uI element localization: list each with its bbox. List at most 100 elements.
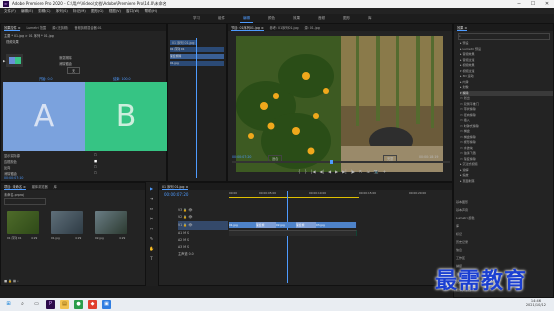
tab-audio-mixer[interactable]: 音频剪辑混合器:01 <box>74 25 101 30</box>
project-item-thumb[interactable] <box>7 211 39 234</box>
tab-program[interactable]: 节目: 01序列01.jpg ≡ <box>231 25 264 31</box>
reverse-checkbox[interactable]: ☐ <box>94 165 97 169</box>
add-button-icon[interactable]: + <box>383 169 386 174</box>
work-area-bar[interactable] <box>229 197 359 198</box>
panel-list-item[interactable]: 基本声音 <box>456 206 553 214</box>
mini-playhead[interactable] <box>196 38 197 178</box>
go-to-in-button[interactable]: |◀ <box>311 169 315 174</box>
tab-effects[interactable]: 效果 ≡ <box>457 25 468 31</box>
step-back-button[interactable]: ◀| <box>320 169 324 174</box>
mini-clip-b[interactable]: 01.jpg <box>170 61 224 66</box>
tab-project[interactable]: 项目: 未命名 ≡ <box>4 184 26 190</box>
chrome-taskbar-icon[interactable]: ● <box>74 300 83 309</box>
go-to-out-button[interactable]: |▶ <box>351 169 355 174</box>
workspace-graphics[interactable]: 图形 <box>340 15 353 23</box>
slip-tool-icon[interactable]: ⇿ <box>149 226 154 231</box>
menu-window[interactable]: 窗口(W) <box>126 9 139 13</box>
premiere-taskbar-icon[interactable]: P <box>46 300 55 309</box>
menu-markers[interactable]: 标记(M) <box>73 9 86 13</box>
workspace-editing[interactable]: 编辑 <box>240 15 253 23</box>
mini-clip-a[interactable]: 01 序列 01 <box>170 47 224 52</box>
ripple-edit-tool-icon[interactable]: ⇔ <box>149 206 154 211</box>
step-forward-button[interactable]: ▶| <box>342 169 346 174</box>
start-label[interactable]: 开始: 0.0 <box>39 76 53 81</box>
program-scrub-bar[interactable] <box>232 160 450 164</box>
tab-source[interactable]: 源:(无剪辑) <box>52 25 68 30</box>
timeline-clip[interactable]: 03.jpg <box>316 222 357 228</box>
tab-lumetri-scopes[interactable]: Lumetri 范围 <box>26 25 46 30</box>
panel-list-item[interactable]: 工作区 <box>456 254 553 262</box>
track-a3[interactable]: A3 M S <box>178 244 228 251</box>
effects-search-input[interactable]: ⌕ <box>458 33 550 40</box>
panel-list-item[interactable]: 标记 <box>456 230 553 238</box>
workspace-learn[interactable]: 学习 <box>190 15 203 23</box>
menu-graphics[interactable]: 图形(G) <box>91 9 103 13</box>
rewind-button[interactable]: ◀ <box>328 169 331 174</box>
app-taskbar-icon[interactable]: ◆ <box>88 300 97 309</box>
track-a2[interactable]: A2 M S <box>178 237 228 244</box>
program-timecode[interactable]: 00:00:07:20 <box>232 155 251 159</box>
lift-button[interactable]: ⇱ <box>359 169 362 174</box>
track-v1[interactable]: V1 🔒 👁 <box>178 221 228 230</box>
track-a1[interactable]: A1 M S <box>178 230 228 237</box>
mini-transition[interactable]: 渐变擦除 <box>170 54 224 59</box>
border-color-swatch[interactable]: ■ <box>94 159 97 163</box>
track-v2[interactable]: V2 🔒 👁 <box>178 214 228 221</box>
tab-media-browser[interactable]: 媒体浏览器 <box>32 184 48 189</box>
effects-tree-item[interactable]: ▸ 页面剥落 <box>460 179 553 185</box>
project-item-thumb[interactable] <box>95 211 127 234</box>
search-taskbar-icon[interactable]: ⌕ <box>18 300 27 309</box>
selection-tool-icon[interactable]: ▶ <box>149 186 154 191</box>
project-status-icons[interactable]: ■ 🔒 ▦ ⌕ <box>4 279 19 283</box>
maximize-button[interactable]: ☐ <box>526 0 540 8</box>
end-label[interactable]: 结束: 100.0 <box>113 76 131 81</box>
workspace-audio[interactable]: 音频 <box>315 15 328 23</box>
explorer-taskbar-icon[interactable]: ▤ <box>60 300 69 309</box>
workspace-color[interactable]: 颜色 <box>265 15 278 23</box>
start-button-icon[interactable]: ⊞ <box>4 300 13 309</box>
tab-timeline-sequence[interactable]: 01 序列 01.jpg ≡ <box>162 184 189 190</box>
play-preview-icon[interactable]: ▶ <box>3 59 5 63</box>
track-v3[interactable]: V3 🔒 👁 <box>178 207 228 214</box>
tab-source-2[interactable]: 源: 01.jpg <box>305 25 320 30</box>
app2-taskbar-icon[interactable]: ▣ <box>102 300 111 309</box>
menu-help[interactable]: 帮助(H) <box>145 9 157 13</box>
menu-clip[interactable]: 剪辑(C) <box>38 9 50 13</box>
tab-effect-controls[interactable]: 效果控件 ≡ <box>4 25 21 31</box>
task-view-icon[interactable]: ▭ <box>32 300 41 309</box>
panel-list-item[interactable]: 历史记录 <box>456 238 553 246</box>
menu-view[interactable]: 视图(V) <box>109 9 121 13</box>
mark-out-button[interactable]: } <box>305 169 308 174</box>
project-item-thumb[interactable] <box>51 211 83 234</box>
timeline-clip[interactable]: 02.jpg <box>276 222 297 228</box>
track-select-tool-icon[interactable]: ⇥ <box>149 196 154 201</box>
timeline-ruler[interactable]: 00:00 00:00:05:00 00:00:10:00 00:00:15:0… <box>229 191 449 199</box>
type-tool-icon[interactable]: T <box>149 256 154 261</box>
project-search-input[interactable] <box>4 198 46 205</box>
panel-list-item[interactable]: 信息 <box>456 246 553 254</box>
hand-tool-icon[interactable]: ✋ <box>149 246 154 251</box>
effect-controls-timecode[interactable]: 00:00:07:10 <box>4 176 23 180</box>
pen-tool-icon[interactable]: ✎ <box>149 236 154 241</box>
prop-show-source-checkbox[interactable]: ☐ <box>94 153 97 157</box>
master-track[interactable]: 主声道 0.0 <box>178 251 228 258</box>
minimize-button[interactable]: ─ <box>512 0 526 8</box>
audio-track-lane[interactable] <box>229 230 357 236</box>
timeline-transition[interactable]: 渐变擦 <box>296 222 317 228</box>
export-frame-icon[interactable]: 📷 <box>374 169 379 174</box>
menu-sequence[interactable]: 序列(S) <box>56 9 68 13</box>
panel-list-item[interactable]: 库 <box>456 222 553 230</box>
mark-in-button[interactable]: { <box>298 169 301 174</box>
timeline-playhead[interactable] <box>287 191 288 283</box>
timeline-transition[interactable]: 渐变擦 <box>256 222 277 228</box>
extract-button[interactable]: ⇲ <box>366 169 369 174</box>
panel-list-item[interactable]: Lumetri 颜色 <box>456 214 553 222</box>
menu-edit[interactable]: 编辑(E) <box>21 9 33 13</box>
transition-preview[interactable] <box>6 54 23 67</box>
master-volume-value[interactable]: 0.0 <box>189 252 194 256</box>
close-button[interactable]: ✕ <box>540 0 554 8</box>
workspace-effects[interactable]: 效果 <box>290 15 303 23</box>
tab-libraries[interactable]: 库 <box>54 184 57 189</box>
panel-list-item[interactable]: 基本图形 <box>456 198 553 206</box>
tab-reference[interactable]: 参考: 01序列01.jpg <box>270 25 299 30</box>
